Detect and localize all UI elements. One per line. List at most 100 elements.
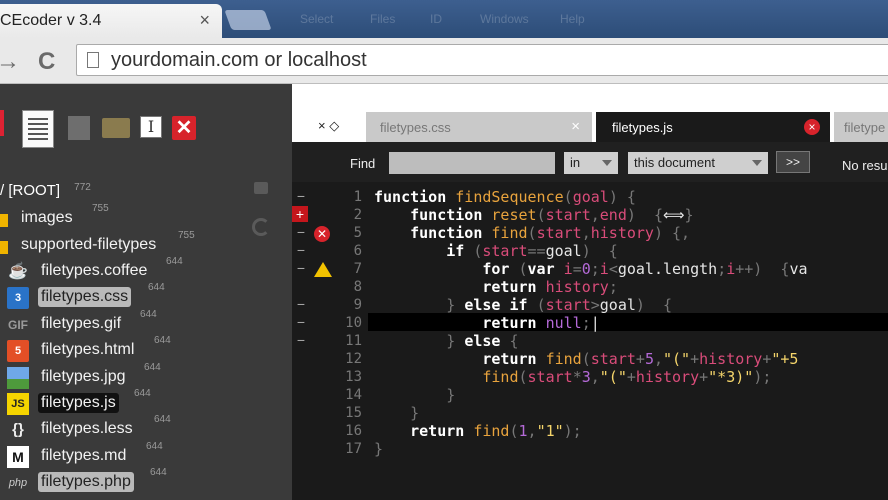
ghost-menu-item: Files — [370, 12, 396, 26]
new-tab-button[interactable] — [224, 10, 272, 30]
tree-item-file[interactable]: {} filetypes.less 644 — [0, 414, 292, 443]
js-icon: JS — [7, 393, 29, 415]
tab-label: filetypes.css — [380, 120, 451, 135]
rename-icon[interactable]: I — [140, 116, 162, 138]
tree-item-file[interactable]: JS filetypes.js 644 — [0, 388, 292, 417]
url-input[interactable]: yourdomain.com or localhost — [76, 44, 888, 76]
code-token: else if — [464, 296, 537, 314]
permission: 644 — [150, 467, 167, 478]
code-token: history — [635, 368, 700, 386]
fold-marker[interactable]: − — [292, 242, 310, 258]
fold-marker[interactable]: − — [292, 296, 310, 312]
find-in-select[interactable]: in — [564, 152, 618, 174]
code-token: + — [626, 368, 636, 386]
line-number: 15 — [345, 405, 362, 421]
code-line[interactable]: function find(start,history) {, — [374, 224, 690, 242]
folder-icon[interactable] — [102, 118, 130, 138]
tab-label: filetypes.js — [612, 120, 673, 135]
browser-tab-title: CEcoder v 3.4 — [0, 12, 102, 29]
settings-icon[interactable] — [0, 110, 4, 136]
tree-item-file[interactable]: GIF filetypes.gif 644 — [0, 309, 292, 338]
code-line[interactable]: function reset(start,end) {⟺} — [374, 206, 693, 224]
code-line[interactable]: return history; — [374, 278, 618, 296]
code-line[interactable]: } — [374, 386, 455, 404]
browser-tab[interactable]: CEcoder v 3.4 × — [0, 4, 222, 38]
line-number: 14 — [345, 387, 362, 403]
note-icon[interactable] — [68, 116, 90, 140]
html5-icon: 5 — [7, 340, 29, 362]
fold-marker[interactable]: − — [292, 260, 310, 276]
tree-item-file[interactable]: ☕ filetypes.coffee 644 — [0, 256, 292, 285]
close-tab-icon[interactable]: × — [571, 118, 580, 135]
code-token: "*3)" — [708, 368, 754, 386]
lock-icon[interactable] — [254, 182, 268, 194]
code-token: ; — [608, 278, 618, 296]
line-number: 6 — [353, 243, 362, 259]
address-bar: → C yourdomain.com or localhost — [0, 38, 888, 84]
code-token: find — [545, 350, 582, 368]
reload-icon[interactable]: C — [38, 48, 55, 76]
code-token: 1 — [518, 422, 528, 440]
tree-item-file[interactable]: php filetypes.php 644 — [0, 467, 292, 496]
fold-marker[interactable]: − — [292, 224, 310, 240]
delete-icon[interactable]: ✕ — [172, 116, 196, 140]
code-line[interactable]: } — [374, 404, 419, 422]
fold-marker[interactable]: − — [292, 188, 310, 204]
code-token: < — [608, 260, 618, 278]
permission: 755 — [178, 230, 195, 241]
tree-item-label: filetypes.js — [38, 393, 119, 413]
forward-icon[interactable]: → — [0, 48, 20, 76]
tab-filetypes-more[interactable]: filetype — [834, 112, 888, 142]
find-scope-select[interactable]: this document — [628, 152, 768, 174]
gif-icon: GIF — [8, 318, 28, 332]
fold-marker[interactable]: + — [292, 206, 308, 222]
code-token: ++) { — [735, 260, 790, 278]
code-line[interactable]: if (start==goal) { — [374, 242, 618, 260]
tab-arrows[interactable]: × ◇ — [318, 118, 339, 134]
code-token: ); — [753, 368, 772, 386]
code-line[interactable]: function findSequence(goal) { — [374, 188, 636, 206]
code-token: , — [581, 224, 591, 242]
find-input[interactable] — [389, 152, 555, 174]
tree-item-label: filetypes.css — [38, 287, 132, 307]
code-token: ⟺ — [663, 206, 685, 224]
code-line[interactable]: } else if (start>goal) { — [374, 296, 672, 314]
code-line[interactable]: for (var i=0;i<goal.length;i++) {va — [374, 260, 808, 278]
code-token: "1" — [536, 422, 564, 440]
fold-marker[interactable]: − — [292, 314, 310, 330]
tab-filetypes-js[interactable]: filetypes.js × — [596, 112, 830, 142]
tree-item-file[interactable]: 3 filetypes.css 644 — [0, 282, 292, 311]
code-token: reset — [491, 206, 537, 224]
code-line[interactable]: find(start*3,"("+history+"*3)"); — [374, 368, 771, 386]
find-next-button[interactable]: >> — [776, 151, 810, 173]
code-token: , — [590, 368, 600, 386]
code-token: end — [599, 206, 627, 224]
code-line[interactable]: } else { — [374, 332, 518, 350]
code-line[interactable]: return find(start+5,"("+history+"+5 — [374, 350, 798, 368]
refresh-icon[interactable] — [252, 218, 270, 236]
line-number: 13 — [345, 369, 362, 385]
code-token: ); — [563, 422, 582, 440]
code-token: va — [789, 260, 808, 278]
code-token: , — [653, 350, 663, 368]
code-token: function — [374, 206, 492, 224]
code-token: start — [545, 206, 591, 224]
tree-item-file[interactable]: 5 filetypes.html 644 — [0, 335, 292, 364]
code-line[interactable]: return null;| — [374, 314, 599, 332]
code-token: ) { — [635, 296, 673, 314]
new-file-icon[interactable] — [22, 110, 54, 148]
tree-item-file[interactable]: M filetypes.md 644 — [0, 441, 292, 470]
tab-filetypes-css[interactable]: filetypes.css × — [366, 112, 592, 142]
code-line[interactable]: } — [374, 440, 383, 458]
code-token: ) { — [626, 206, 663, 224]
root-folder[interactable]: / [ROOT] 772 — [0, 182, 91, 199]
fold-marker[interactable]: − — [292, 332, 310, 348]
find-bar: Find in this document >> No resu — [292, 142, 888, 182]
warning-icon[interactable] — [314, 262, 332, 277]
code-line[interactable]: return find(1,"1"); — [374, 422, 582, 440]
close-tab-icon[interactable]: × — [804, 119, 820, 135]
code-token: if — [374, 242, 474, 260]
error-icon[interactable]: ✕ — [314, 226, 330, 242]
code-token: i — [563, 260, 573, 278]
close-tab-icon[interactable]: × — [199, 10, 210, 31]
